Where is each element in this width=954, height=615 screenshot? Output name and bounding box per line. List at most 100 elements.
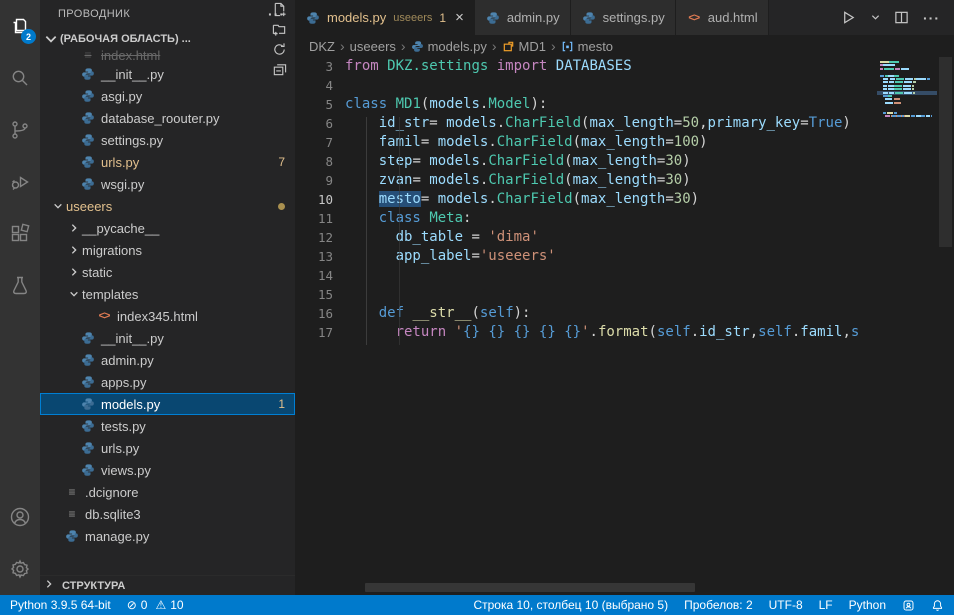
feedback-icon[interactable]	[902, 599, 915, 612]
breadcrumb-item-dkz[interactable]: DKZ	[309, 39, 335, 54]
vertical-scrollbar[interactable]	[937, 57, 954, 583]
code-editor[interactable]: 3from DKZ.settings import DATABASES45cla…	[295, 57, 937, 583]
tree-item-useeers[interactable]: useeers	[40, 195, 295, 217]
tree-item-models-py[interactable]: models.py1	[40, 393, 295, 415]
encoding[interactable]: UTF-8	[769, 598, 803, 612]
breadcrumb-item-useeers[interactable]: useeers	[350, 39, 396, 54]
source-control-icon[interactable]	[0, 104, 40, 156]
tree-item--pycache-[interactable]: __pycache__	[40, 217, 295, 239]
python-file-icon	[64, 528, 80, 544]
tree-item-settings-py[interactable]: settings.py	[40, 129, 295, 151]
tree-item-migrations[interactable]: migrations	[40, 239, 295, 261]
code-line-6[interactable]: 6 id_str= models.CharField(max_length=50…	[295, 114, 937, 133]
breadcrumb-item-models-py[interactable]: models.py	[411, 39, 487, 54]
tree-item--dcignore[interactable]: ≡.dcignore	[40, 481, 295, 503]
breadcrumb-item-mesto[interactable]: mesto	[561, 39, 613, 54]
new-file-icon[interactable]	[269, 0, 289, 19]
tree-item-label: wsgi.py	[101, 177, 144, 192]
code-line-5[interactable]: 5class MD1(models.Model):	[295, 95, 937, 114]
problems[interactable]: ⊘0⚠10	[127, 598, 184, 612]
code-line-8[interactable]: 8 step= models.CharField(max_length=30)	[295, 152, 937, 171]
account-icon[interactable]	[0, 491, 40, 543]
python-version[interactable]: Python 3.9.5 64-bit	[10, 598, 111, 612]
code-line-15[interactable]: 15	[295, 285, 937, 304]
tree-item--init-py[interactable]: __init__.py	[40, 327, 295, 349]
tab-label: aud.html	[708, 10, 758, 25]
code-line-16[interactable]: 16 def __str__(self):	[295, 304, 937, 323]
generic-file-icon: ≡	[64, 506, 80, 522]
language-mode[interactable]: Python	[849, 598, 886, 612]
explorer-icon[interactable]: 2	[0, 0, 40, 52]
horizontal-scrollbar[interactable]	[365, 583, 695, 592]
python-file-icon	[80, 374, 96, 390]
tree-item-templates[interactable]: templates	[40, 283, 295, 305]
code-line-12[interactable]: 12 db_table = 'dima'	[295, 228, 937, 247]
code-line-4[interactable]: 4	[295, 76, 937, 95]
settings-gear-icon[interactable]	[0, 543, 40, 595]
extensions-icon[interactable]	[0, 208, 40, 260]
code-line-13[interactable]: 13 app_label='useeers'	[295, 247, 937, 266]
tree-item--init-py[interactable]: __init__.py	[40, 63, 295, 85]
indentation[interactable]: Пробелов: 2	[684, 598, 753, 612]
cursor-position[interactable]: Строка 10, столбец 10 (выбрано 5)	[473, 598, 668, 612]
breadcrumb-separator: ›	[489, 38, 500, 54]
run-dropdown-icon[interactable]	[871, 13, 880, 22]
code-line-10[interactable]: 10 mesto= models.CharField(max_length=30…	[295, 190, 937, 209]
tab-aud-html[interactable]: <> aud.html	[676, 0, 769, 35]
tree-item-label: __init__.py	[101, 67, 164, 82]
code-line-17[interactable]: 17 return '{} {} {} {} {}'.format(self.i…	[295, 323, 937, 342]
minimap[interactable]	[877, 57, 937, 257]
tab-models-py[interactable]: models.pyuseeers1×	[295, 0, 475, 35]
html-file-icon: <>	[686, 10, 702, 26]
tab-label: settings.py	[603, 10, 665, 25]
breadcrumb-item-md1[interactable]: MD1	[502, 39, 546, 54]
run-icon[interactable]	[840, 9, 857, 26]
tree-item-static[interactable]: static	[40, 261, 295, 283]
tree-item-database-roouter-py[interactable]: database_roouter.py	[40, 107, 295, 129]
tree-item-urls-py[interactable]: urls.py	[40, 437, 295, 459]
tree-item-tests-py[interactable]: tests.py	[40, 415, 295, 437]
line-number: 13	[295, 249, 345, 264]
new-folder-icon[interactable]	[269, 19, 289, 39]
bell-icon[interactable]	[931, 599, 944, 612]
tree-item-badge: 1	[278, 397, 285, 411]
file-tree: ≡index.html __init__.py asgi.pydatabase_ro…	[40, 50, 295, 547]
run-debug-icon[interactable]	[0, 156, 40, 208]
tree-item-asgi-py[interactable]: asgi.py	[40, 85, 295, 107]
close-icon[interactable]: ×	[455, 11, 464, 25]
testing-icon[interactable]	[0, 260, 40, 312]
tree-item-admin-py[interactable]: admin.py	[40, 349, 295, 371]
chevron-down-icon	[66, 286, 82, 302]
tree-item-label: static	[82, 265, 112, 280]
line-number: 3	[295, 59, 345, 74]
code-line-7[interactable]: 7 famil= models.CharField(max_length=100…	[295, 133, 937, 152]
indent-guide	[399, 117, 400, 345]
python-file-icon	[80, 154, 96, 170]
split-editor-icon[interactable]	[894, 10, 909, 25]
python-file-icon	[581, 10, 597, 26]
tree-item-label: index345.html	[117, 309, 198, 324]
tab-admin-py[interactable]: admin.py	[475, 0, 571, 35]
line-number: 16	[295, 306, 345, 321]
tab-settings-py[interactable]: settings.py	[571, 0, 676, 35]
tree-item-label: db.sqlite3	[85, 507, 141, 522]
line-number: 10	[295, 192, 345, 207]
tree-item-wsgi-py[interactable]: wsgi.py	[40, 173, 295, 195]
tree-item-index345-html[interactable]: <>index345.html	[40, 305, 295, 327]
more-actions-icon[interactable]: ···	[923, 10, 940, 26]
eol[interactable]: LF	[819, 598, 833, 612]
code-line-9[interactable]: 9 zvan= models.CharField(max_length=30)	[295, 171, 937, 190]
tree-item-manage-py[interactable]: manage.py	[40, 525, 295, 547]
python-file-icon	[80, 88, 96, 104]
code-line-11[interactable]: 11 class Meta:	[295, 209, 937, 228]
tree-item-views-py[interactable]: views.py	[40, 459, 295, 481]
tree-item-apps-py[interactable]: apps.py	[40, 371, 295, 393]
code-line-14[interactable]: 14	[295, 266, 937, 285]
outline-section-header[interactable]: СТРУКТУРА	[40, 575, 295, 595]
search-icon[interactable]	[0, 52, 40, 104]
code-line-3[interactable]: 3from DKZ.settings import DATABASES	[295, 57, 937, 76]
tree-item-urls-py[interactable]: urls.py7	[40, 151, 295, 173]
workspace-section-header[interactable]: (РАБОЧАЯ ОБЛАСТЬ) ...	[40, 28, 295, 50]
tree-item-db-sqlite3[interactable]: ≡ db.sqlite3	[40, 503, 295, 525]
tree-item-index-html[interactable]: ≡index.html	[40, 50, 295, 63]
